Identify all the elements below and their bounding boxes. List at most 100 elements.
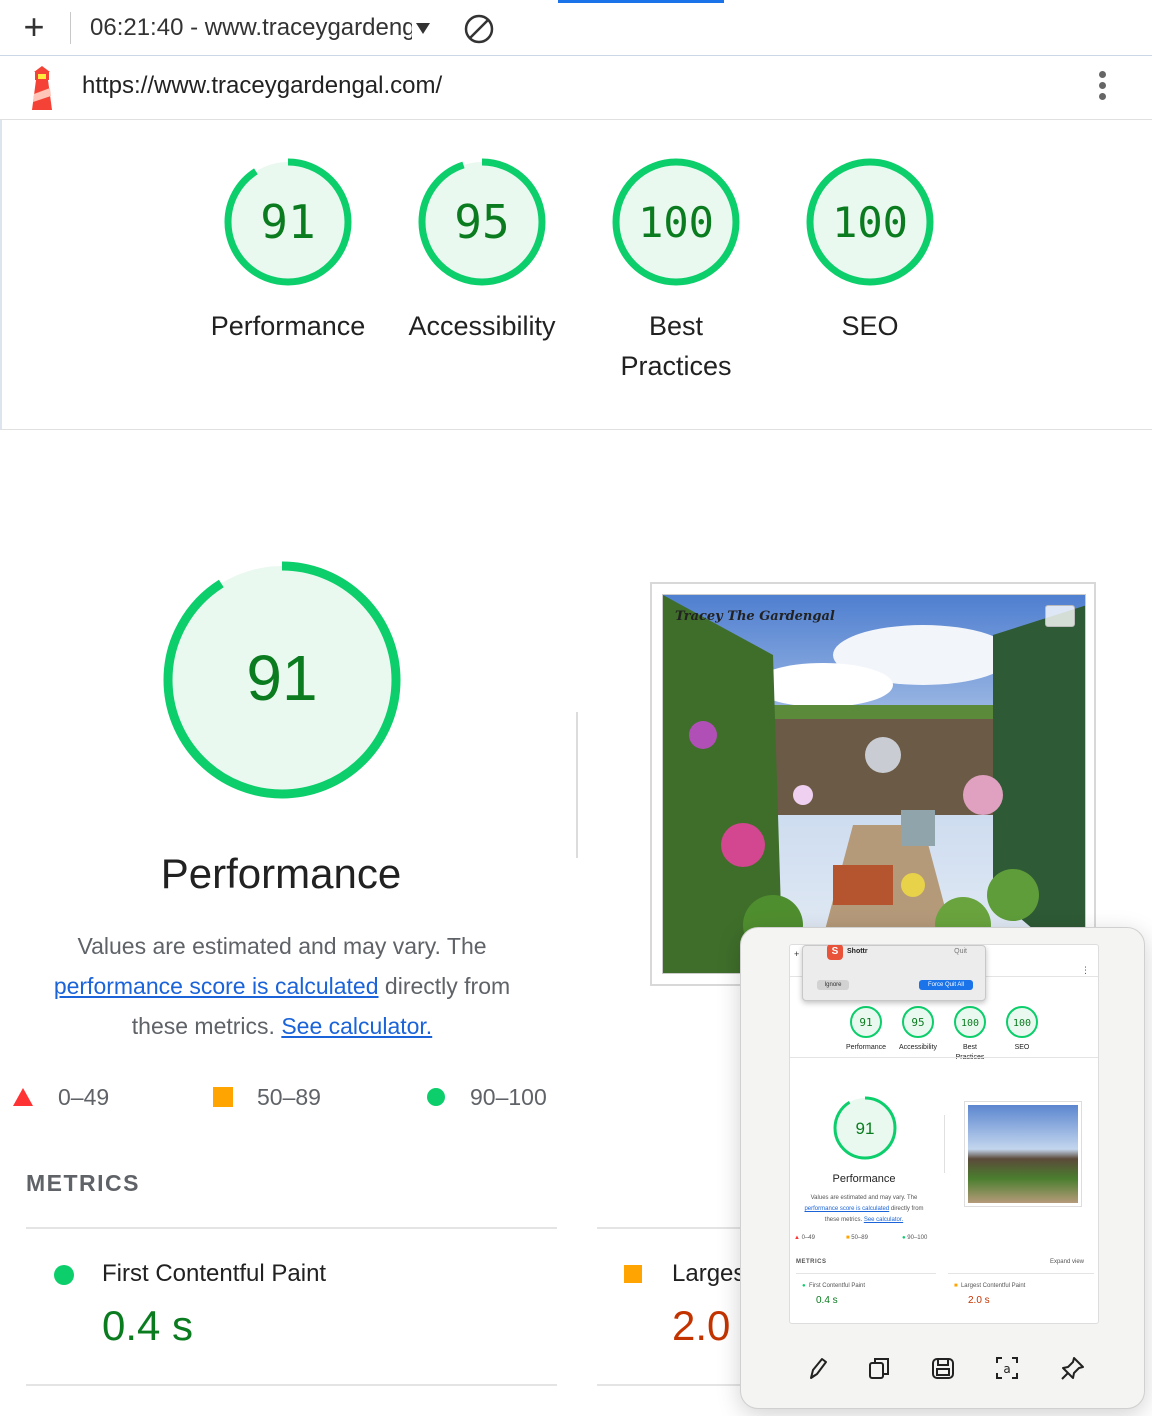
thumb-lcp-val: 2.0 s [968,1295,990,1306]
new-report-button[interactable]: + [18,9,50,45]
report-url[interactable]: https://www.traceygardengal.com/ [82,72,442,100]
thumb-legend-pass: ● 90–100 [902,1235,928,1241]
accessibility-score: 95 [454,195,509,249]
dropdown-arrow-icon [416,22,430,34]
devtools-toolbar: + 06:21:40 - www.traceygardengal.com [0,0,1152,56]
seo-score: 100 [832,198,908,247]
more-options-icon[interactable] [1088,68,1116,108]
best-practices-score: 100 [638,198,714,247]
performance-main-score: 91 [246,642,317,714]
average-square-icon [213,1087,233,1107]
thumb-accessibility-ring: 95 [902,1006,934,1038]
thumb-perf-title: Performance [832,1173,896,1185]
seo-gauge-ring: 100 [806,158,934,286]
save-icon[interactable] [929,1354,957,1382]
svg-text:a: a [1003,1362,1010,1376]
report-selector[interactable]: 06:21:40 - www.traceygardengal.com [90,12,436,44]
legend-average-label: 50–89 [257,1083,321,1110]
thumb-seo-label: SEO [1014,1044,1030,1051]
report-selector-label: 06:21:40 - www.traceygardengal.com [90,14,412,41]
thumb-fcp-name: ● First Contentful Paint [802,1283,865,1289]
fcp-pass-icon [54,1265,74,1285]
thumb-plus-icon: + [794,949,800,959]
thumb-gauge-accessibility: 95 Accessibility [893,1005,943,1053]
report-url-bar: https://www.traceygardengal.com/ [0,56,1152,120]
site-title: Tracey The Gardengal [675,609,835,624]
text-recognition-icon[interactable]: a [993,1354,1021,1382]
accessibility-gauge-ring: 95 [418,158,546,286]
fcp-name: First Contentful Paint [102,1260,327,1287]
garden-photo [663,595,1085,973]
performance-label: Performance [210,311,366,341]
see-calculator-link[interactable]: See calculator. [281,1013,432,1039]
fail-triangle-icon [13,1088,33,1106]
toolbar-divider [70,12,71,44]
force-quit-dialog: S Shottr Quit Ignore Force Quit All [802,945,986,1001]
thumb-metrics-rule-left [796,1273,936,1274]
thumb-expand-view: Expand view [1049,1259,1084,1265]
best-practices-gauge-ring: 100 [612,158,740,286]
gauge-accessibility[interactable]: 95 Accessibility [384,156,580,346]
svg-text:100: 100 [961,1018,979,1029]
final-screenshot[interactable]: Tracey The Gardengal [650,582,1096,986]
legend-pass: 90–100 [426,1080,547,1114]
thumb-perf-desc: Values are estimated and may vary. The p… [804,1195,924,1223]
metrics-heading: METRICS [26,1170,140,1196]
pencil-icon[interactable] [803,1354,831,1382]
thumb-metrics-heading: METRICS [796,1259,827,1265]
lcp-name: Larges [672,1260,746,1287]
copy-icon[interactable] [865,1354,893,1382]
svg-text:91: 91 [859,1016,872,1029]
best-practices-label: Best Practices [620,311,732,381]
performance-gauge-ring: 91 [224,158,352,286]
dialog-ignore-button: Ignore [817,980,849,990]
thumb-gauge-seo: 100 SEO [997,1005,1047,1053]
clear-reports-icon[interactable] [462,12,496,46]
hamburger-menu-icon [1045,605,1075,627]
gauge-performance[interactable]: 91 Performance [190,156,386,346]
score-calculated-link[interactable]: performance score is calculated [54,973,379,999]
thumb-legend-fail: ▲ 0–49 [794,1235,815,1241]
thumb-vsep [944,1115,945,1173]
dialog-app-name: Shottr [847,948,868,955]
legend-average: 50–89 [213,1080,321,1114]
thumb-summary-divider [790,1057,1098,1058]
metrics-bottom-rule-right [597,1384,747,1386]
shottr-app-icon: S [827,945,843,960]
gauge-seo[interactable]: 100 SEO [772,156,968,346]
seo-label: SEO [841,311,899,341]
thumb-performance-ring: 91 [850,1006,882,1038]
performance-title: Performance [160,850,402,897]
thumb-gauge-best-practices: 100 Best Practices [945,1005,995,1063]
metrics-rule-right [597,1227,747,1229]
thumb-best-practices-ring: 100 [954,1006,986,1038]
performance-main-gauge: 91 [163,561,401,799]
performance-score: 91 [260,195,315,249]
lighthouse-logo-icon [32,66,52,110]
thumbnail-preview[interactable]: + ⋮ 91 Performance 95 Accessibility 100 … [789,944,1099,1324]
thumb-legend-avg: ■ 50–89 [846,1235,868,1241]
thumbnail-toolbar: a [741,1342,1144,1398]
screenshot-thumbnail-panel[interactable]: + ⋮ 91 Performance 95 Accessibility 100 … [740,927,1145,1409]
metrics-rule-left [26,1227,557,1229]
performance-description: Values are estimated and may vary. The p… [28,926,536,1046]
svg-text:100: 100 [1013,1018,1031,1029]
lcp-value: 2.0 [672,1302,731,1349]
thumb-seo-ring: 100 [1006,1006,1038,1038]
thumb-best-practices-label: Best Practices [956,1044,985,1061]
legend-fail: 0–49 [12,1080,109,1114]
thumb-kebab-icon: ⋮ [1081,965,1090,975]
gauge-best-practices[interactable]: 100 Best Practices [578,156,774,386]
svg-text:95: 95 [911,1016,924,1029]
score-summary: 91 Performance 95 Accessibility 100 Best… [0,120,1152,430]
thumb-perf-gauge: 91 [833,1096,897,1160]
section-divider [576,712,578,858]
thumb-metrics-rule-right [948,1273,1094,1274]
pin-icon[interactable] [1059,1354,1087,1382]
thumb-garden-image [968,1105,1078,1203]
dialog-quit-label: Quit [954,948,967,955]
lcp-average-icon [624,1265,642,1283]
thumb-performance-label: Performance [845,1044,887,1051]
metrics-bottom-rule-left [26,1384,557,1386]
desc-text-1: Values are estimated and may vary. The [77,933,487,959]
